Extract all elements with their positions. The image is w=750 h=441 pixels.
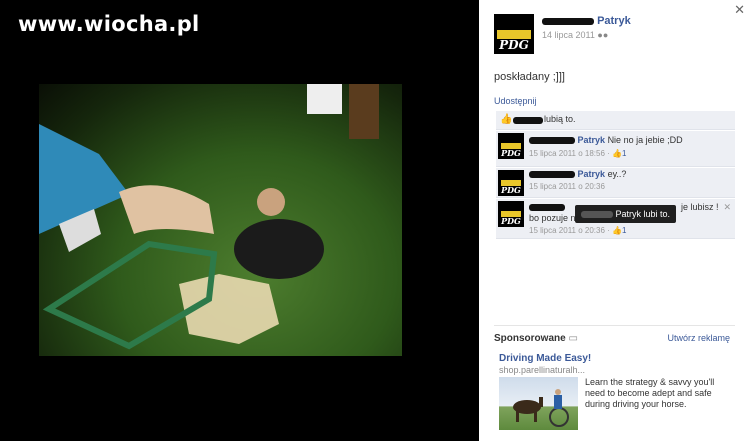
share-link[interactable]: Udostępnij — [494, 96, 537, 106]
thumbs-up-icon: 👍 — [500, 114, 513, 125]
post-status: poskładany ;]]] — [494, 71, 565, 83]
bench-shape — [349, 84, 379, 139]
likes-summary: 👍 lubią to. — [496, 111, 735, 130]
person-torso — [234, 219, 324, 279]
ad-illustration — [513, 389, 569, 427]
redaction-mark — [529, 137, 575, 145]
comment-item: PDG Patryk ey..? 15 lipca 2011 o 20:36 — [496, 168, 735, 198]
photo-illustration — [39, 84, 379, 350]
comment-author[interactable]: Patryk — [578, 135, 606, 145]
person-head — [257, 188, 285, 216]
redaction-mark — [529, 204, 565, 212]
comment-avatar[interactable]: PDG — [498, 201, 524, 227]
thumbs-up-icon[interactable]: 👍 — [612, 149, 622, 158]
comment-avatar[interactable]: PDG — [498, 133, 524, 159]
comment-time[interactable]: 15 lipca 2011 o 18:56 — [529, 149, 605, 158]
sponsored-heading: Sponsorowane ▭ — [494, 333, 578, 344]
create-ad-link[interactable]: Utwórz reklamę — [667, 333, 730, 343]
comment-text-line2: bo pozuje n — [529, 213, 576, 223]
ad-title[interactable]: Driving Made Easy! — [499, 353, 591, 364]
comment-time[interactable]: 15 lipca 2011 o 20:36 — [529, 182, 605, 191]
close-icon[interactable]: ✕ — [723, 202, 731, 213]
bucket-shape — [307, 84, 342, 114]
author-avatar[interactable]: PDG — [494, 14, 534, 54]
post-date[interactable]: 14 lipca 2011 — [542, 30, 595, 40]
comment-text: je lubisz ! — [681, 202, 719, 212]
comment-author[interactable]: Patryk — [578, 169, 606, 179]
post-author-name[interactable]: Patryk — [597, 15, 631, 27]
ad-url[interactable]: shop.parellinaturalh... — [499, 365, 585, 375]
thumbs-up-icon[interactable]: 👍 — [612, 226, 622, 235]
comment-like-count[interactable]: 1 — [622, 149, 626, 158]
like-tooltip: Patryk lubi to. — [575, 205, 677, 223]
photo-viewer-stage: www.wiocha.pl — [0, 0, 479, 441]
comment-like-count[interactable]: 1 — [622, 226, 626, 235]
divider — [494, 325, 735, 326]
comment-time[interactable]: 15 lipca 2011 o 20:36 — [529, 226, 605, 235]
comment-item: PDG Patryk Nie no ja jebie ;DD 15 lipca … — [496, 131, 735, 167]
people-icon: ●● — [597, 30, 609, 40]
redaction-mark — [542, 17, 594, 25]
ad-body: Learn the strategy & savvy you'll need t… — [585, 377, 715, 409]
watermark: www.wiocha.pl — [18, 12, 200, 36]
person-legs — [119, 185, 214, 234]
speech-icon: ▭ — [568, 333, 578, 344]
close-icon[interactable]: ✕ — [734, 2, 745, 18]
redaction-mark — [513, 117, 543, 124]
comment-text: ey..? — [607, 169, 627, 179]
ad-image[interactable] — [499, 377, 578, 430]
comment-avatar[interactable]: PDG — [498, 170, 524, 196]
comment-text: Nie no ja jebie ;DD — [607, 135, 683, 145]
photo[interactable] — [39, 84, 402, 356]
redaction-mark — [581, 211, 613, 219]
likes-text: lubią to. — [544, 114, 576, 124]
redaction-mark — [529, 171, 575, 179]
post-author-line: Patryk — [542, 15, 631, 27]
post-date-line: 14 lipca 2011 ●● — [542, 30, 608, 40]
